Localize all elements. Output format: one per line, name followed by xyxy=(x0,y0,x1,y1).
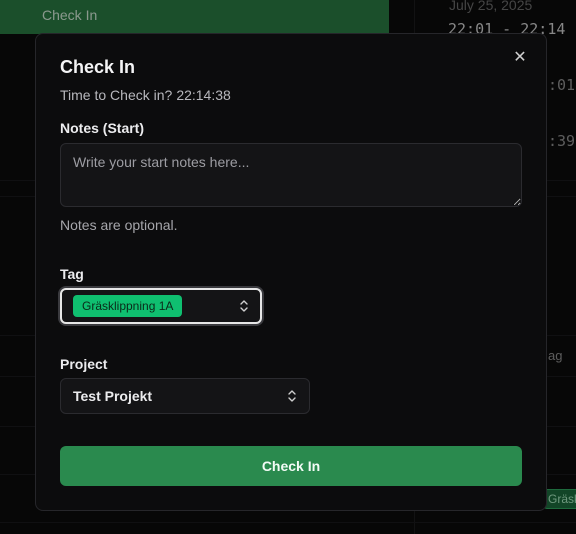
notes-textarea[interactable] xyxy=(60,143,522,207)
notes-hint: Notes are optional. xyxy=(60,217,178,233)
project-select[interactable]: Test Projekt xyxy=(60,378,310,414)
notes-label: Notes (Start) xyxy=(60,120,145,136)
tag-select[interactable]: Gräsklippning 1A xyxy=(60,288,262,324)
chevron-up-down-icon xyxy=(239,299,249,313)
chevron-up-down-icon xyxy=(287,389,297,403)
check-in-time: 22:14:38 xyxy=(176,87,231,103)
close-icon[interactable]: ✕ xyxy=(510,48,530,68)
tag-label: Tag xyxy=(60,266,84,282)
dialog-subtitle: Time to Check in? 22:14:38 xyxy=(60,87,231,103)
check-in-submit-button[interactable]: Check In xyxy=(60,446,522,486)
project-value: Test Projekt xyxy=(73,388,153,404)
project-label: Project xyxy=(60,356,108,372)
check-in-dialog: ✕ Check In Time to Check in? 22:14:38 Not… xyxy=(35,33,547,511)
tag-chip: Gräsklippning 1A xyxy=(73,295,183,317)
dialog-title: Check In xyxy=(60,57,136,77)
subtitle-prefix: Time to Check in? xyxy=(60,87,173,103)
